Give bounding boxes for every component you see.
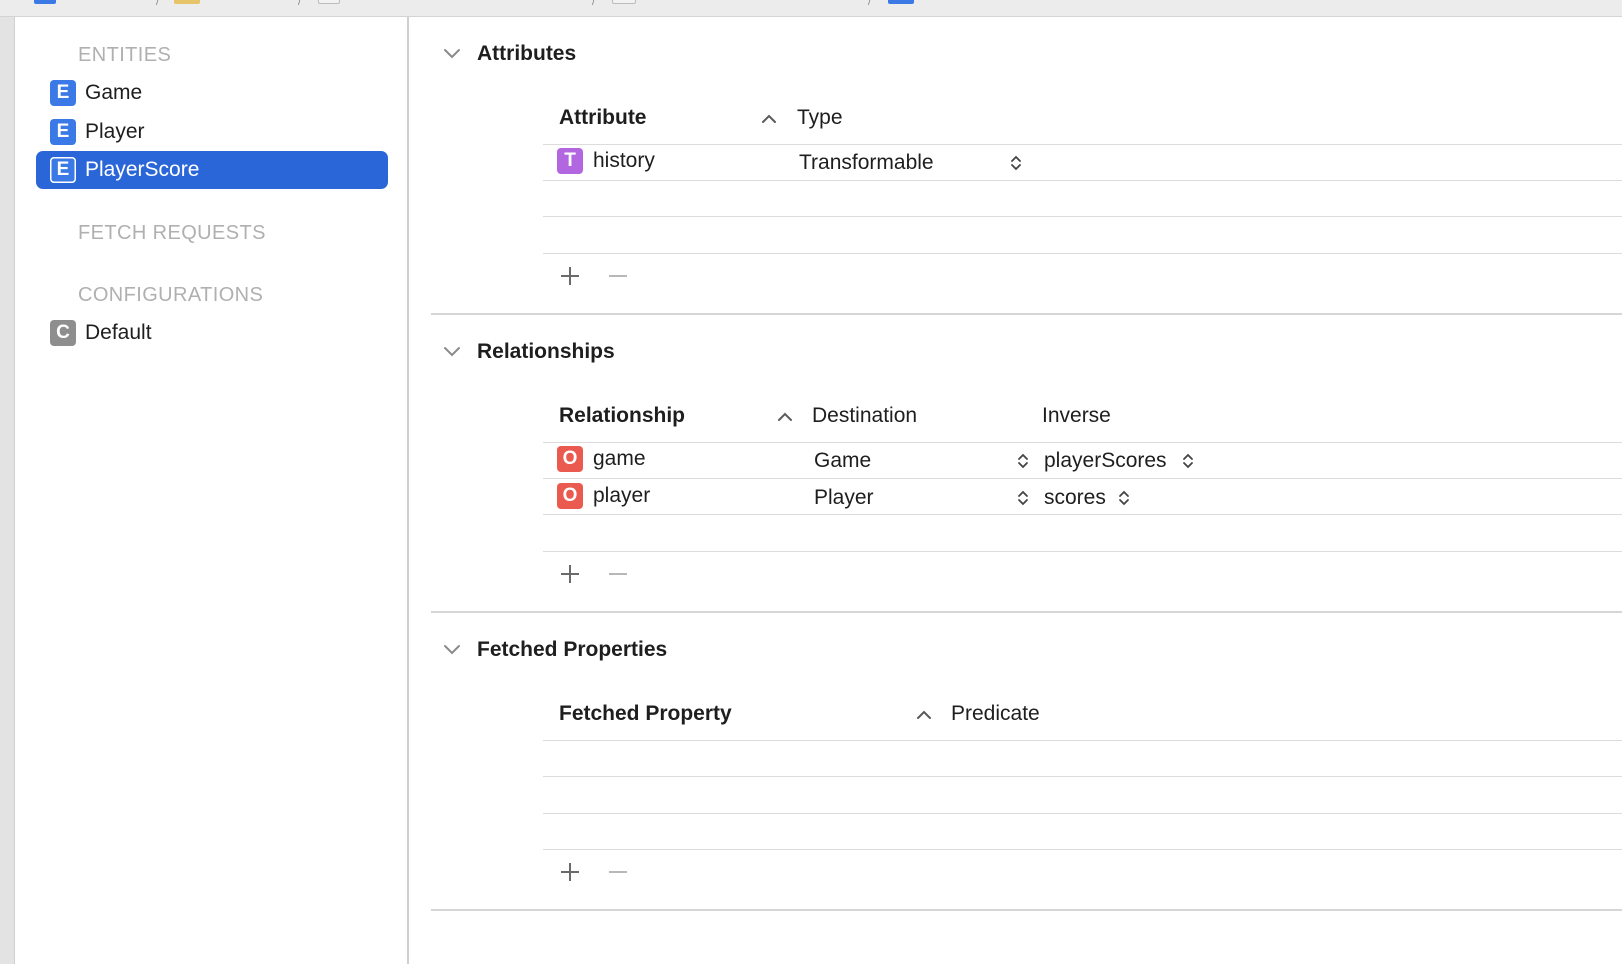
configuration-badge-icon: C xyxy=(50,320,76,346)
sidebar-item-label: Player xyxy=(85,120,145,143)
relationships-section-header[interactable]: Relationships xyxy=(441,340,615,364)
sidebar-item-default[interactable]: C Default xyxy=(36,314,388,352)
table-divider xyxy=(543,144,1622,145)
remove-relationship-button[interactable] xyxy=(605,561,631,587)
entity-badge-icon: E xyxy=(50,119,76,145)
inverse-select[interactable]: scores xyxy=(1044,486,1106,510)
table-divider xyxy=(543,514,1622,515)
chevron-down-icon[interactable] xyxy=(441,43,463,65)
table-divider xyxy=(543,180,1622,181)
plus-icon xyxy=(561,565,579,583)
entity-editor: Attributes Attribute Type T history Tran… xyxy=(411,17,1622,964)
entity-icon[interactable] xyxy=(888,0,914,4)
table-divider xyxy=(543,551,1622,552)
minus-icon xyxy=(609,573,627,575)
destination-select[interactable]: Player xyxy=(814,486,874,510)
sidebar-item-label: PlayerScore xyxy=(85,158,200,181)
data-model-icon[interactable] xyxy=(612,0,636,4)
breadcrumb-separator: / xyxy=(868,0,872,8)
table-divider xyxy=(543,253,1622,254)
model-outline-sidebar: ENTITIES E Game E Player E PlayerScore F… xyxy=(16,17,409,964)
configurations-header: CONFIGURATIONS xyxy=(78,284,264,306)
fetch-requests-header: FETCH REQUESTS xyxy=(78,222,266,244)
file-icon[interactable] xyxy=(318,0,340,4)
chevron-down-icon[interactable] xyxy=(441,341,463,363)
breadcrumb-separator: / xyxy=(156,0,160,8)
add-relationship-button[interactable] xyxy=(557,561,583,587)
table-row[interactable]: O game xyxy=(557,446,646,472)
column-header-type[interactable]: Type xyxy=(797,106,843,130)
section-title: Relationships xyxy=(477,340,615,363)
attribute-badge-icon: T xyxy=(557,148,583,174)
breadcrumb-separator: / xyxy=(592,0,596,8)
table-row[interactable]: O player xyxy=(557,483,650,509)
column-header-destination[interactable]: Destination xyxy=(812,404,917,428)
table-divider xyxy=(543,849,1622,850)
sort-ascending-icon[interactable] xyxy=(761,113,777,125)
plus-icon xyxy=(561,267,579,285)
attributes-section-header[interactable]: Attributes xyxy=(441,42,576,66)
sidebar-item-playerscore[interactable]: E PlayerScore xyxy=(36,151,388,189)
chevron-down-icon[interactable] xyxy=(441,639,463,661)
table-divider xyxy=(543,442,1622,443)
minus-icon xyxy=(609,871,627,873)
table-divider xyxy=(543,813,1622,814)
fetched-properties-section-header[interactable]: Fetched Properties xyxy=(441,638,667,662)
popup-stepper-icon[interactable] xyxy=(1010,154,1022,172)
column-header-attribute[interactable]: Attribute xyxy=(559,106,647,130)
remove-attribute-button[interactable] xyxy=(605,263,631,289)
minus-icon xyxy=(609,275,627,277)
section-divider xyxy=(431,909,1622,911)
relationship-badge-icon: O xyxy=(557,483,583,509)
table-row[interactable]: T history xyxy=(557,148,655,174)
plus-icon xyxy=(561,863,579,881)
section-divider xyxy=(431,611,1622,613)
section-divider xyxy=(431,313,1622,315)
popup-stepper-icon[interactable] xyxy=(1017,489,1029,507)
entity-badge-icon: E xyxy=(50,80,76,106)
remove-fetched-property-button[interactable] xyxy=(605,859,631,885)
inverse-select[interactable]: playerScores xyxy=(1044,449,1167,473)
popup-stepper-icon[interactable] xyxy=(1118,489,1130,507)
table-divider xyxy=(543,776,1622,777)
relationship-badge-icon: O xyxy=(557,446,583,472)
popup-stepper-icon[interactable] xyxy=(1182,452,1194,470)
breadcrumb-separator: / xyxy=(298,0,302,8)
column-header-predicate[interactable]: Predicate xyxy=(951,702,1040,726)
destination-select[interactable]: Game xyxy=(814,449,871,473)
column-header-fetched-property[interactable]: Fetched Property xyxy=(559,702,732,726)
jump-bar: / / / / xyxy=(0,0,1622,17)
sidebar-item-player[interactable]: E Player xyxy=(36,113,388,151)
table-divider xyxy=(543,740,1622,741)
table-divider xyxy=(543,216,1622,217)
section-title: Attributes xyxy=(477,42,577,65)
attribute-name[interactable]: history xyxy=(593,149,655,173)
section-title: Fetched Properties xyxy=(477,638,668,661)
column-header-inverse[interactable]: Inverse xyxy=(1042,404,1111,428)
project-icon[interactable] xyxy=(34,0,56,4)
relationship-name[interactable]: game xyxy=(593,447,646,471)
sidebar-item-label: Default xyxy=(85,321,152,344)
sort-ascending-icon[interactable] xyxy=(777,411,793,423)
sidebar-item-label: Game xyxy=(85,81,143,104)
sidebar-item-game[interactable]: E Game xyxy=(36,74,388,112)
add-attribute-button[interactable] xyxy=(557,263,583,289)
popup-stepper-icon[interactable] xyxy=(1017,452,1029,470)
relationship-name[interactable]: player xyxy=(593,484,650,508)
attribute-type-select[interactable]: Transformable xyxy=(799,151,934,175)
xcode-data-model-editor: / / / / ENTITIES E Game E Player E Playe… xyxy=(0,0,1622,964)
add-fetched-property-button[interactable] xyxy=(557,859,583,885)
entities-header: ENTITIES xyxy=(78,44,172,66)
entity-badge-icon: E xyxy=(50,157,76,183)
sort-ascending-icon[interactable] xyxy=(916,709,932,721)
folder-icon[interactable] xyxy=(174,0,200,4)
column-header-relationship[interactable]: Relationship xyxy=(559,404,685,428)
table-divider xyxy=(543,478,1622,479)
window-edge xyxy=(0,17,15,964)
